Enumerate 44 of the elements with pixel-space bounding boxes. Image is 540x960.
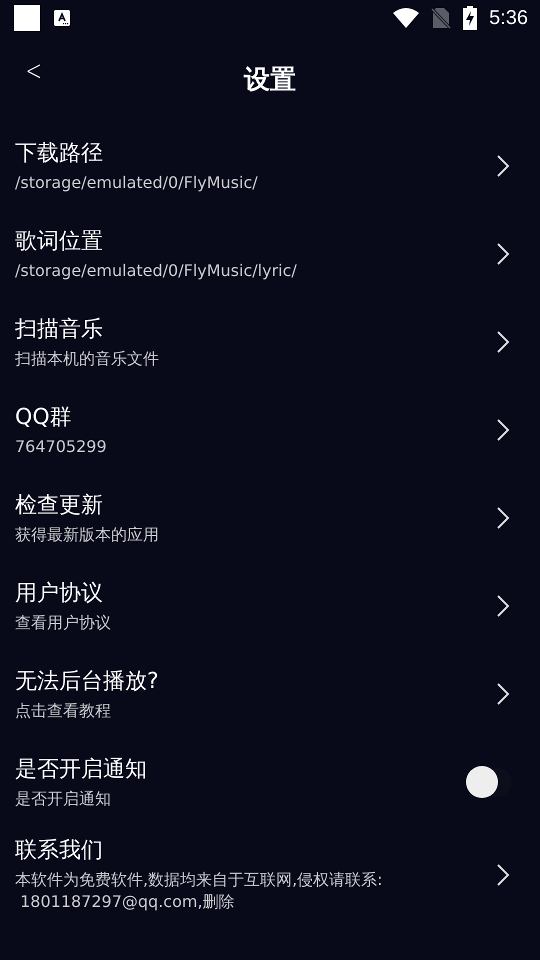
settings-item[interactable]: 用户协议 查看用户协议 bbox=[0, 562, 540, 650]
item-title: 是否开启通知 bbox=[15, 756, 147, 784]
item-title: 用户协议 bbox=[15, 580, 104, 608]
item-description: 查看用户协议 bbox=[15, 612, 111, 634]
chevron-right-icon bbox=[496, 154, 510, 178]
item-description: 是否开启通知 bbox=[15, 788, 112, 810]
wifi-icon bbox=[393, 8, 420, 28]
settings-item[interactable]: 下载路径 /storage/emulated/0/FlyMusic/ bbox=[0, 122, 540, 210]
chevron-right-icon bbox=[496, 506, 510, 530]
chevron-right-icon bbox=[496, 418, 510, 442]
item-title: 检查更新 bbox=[15, 492, 104, 520]
keyboard-icon bbox=[54, 10, 70, 26]
settings-item[interactable]: 扫描音乐 扫描本机的音乐文件 bbox=[0, 298, 540, 386]
settings-item[interactable]: 检查更新 获得最新版本的应用 bbox=[0, 474, 540, 562]
item-description: 764705299 bbox=[15, 436, 107, 458]
clock-time: 5:36 bbox=[489, 6, 528, 30]
back-button[interactable]: < bbox=[21, 50, 46, 91]
item-title: 歌词位置 bbox=[15, 228, 104, 256]
item-description: /storage/emulated/0/FlyMusic/ bbox=[15, 172, 258, 194]
item-description: 本软件为免费软件,数据均来自于互联网,侵权请联系: 1801187297@qq.com,删除 bbox=[15, 869, 383, 913]
notification-switch[interactable] bbox=[466, 768, 512, 796]
settings-item[interactable]: 是否开启通知 是否开启通知 bbox=[0, 738, 540, 826]
settings-item[interactable]: 联系我们 本软件为免费软件,数据均来自于互联网,侵权请联系: 1801187297@qq.com,删除 bbox=[0, 826, 540, 923]
item-description: 点击查看教程 bbox=[15, 700, 112, 722]
no-sim-icon bbox=[431, 7, 452, 29]
settings-item[interactable]: 无法后台播放? 点击查看教程 bbox=[0, 650, 540, 738]
chevron-right-icon bbox=[496, 862, 510, 886]
page-title: 设置 bbox=[244, 64, 296, 96]
item-title: 无法后台播放? bbox=[15, 668, 159, 696]
chevron-right-icon bbox=[496, 330, 510, 354]
chevron-right-icon bbox=[496, 682, 510, 706]
item-description: 扫描本机的音乐文件 bbox=[15, 348, 159, 370]
battery-charging-icon bbox=[463, 6, 478, 30]
item-title: 扫描音乐 bbox=[15, 316, 104, 344]
item-title: 下载路径 bbox=[15, 140, 104, 168]
item-description: 获得最新版本的应用 bbox=[15, 524, 159, 546]
notification-icon bbox=[14, 5, 40, 31]
item-title: QQ群 bbox=[15, 404, 73, 432]
settings-item[interactable]: 歌词位置 /storage/emulated/0/FlyMusic/lyric/ bbox=[0, 210, 540, 298]
item-description: /storage/emulated/0/FlyMusic/lyric/ bbox=[15, 260, 297, 282]
chevron-right-icon bbox=[496, 242, 510, 266]
item-title: 联系我们 bbox=[15, 837, 104, 865]
chevron-right-icon bbox=[496, 594, 510, 618]
settings-item[interactable]: QQ群 764705299 bbox=[0, 386, 540, 474]
